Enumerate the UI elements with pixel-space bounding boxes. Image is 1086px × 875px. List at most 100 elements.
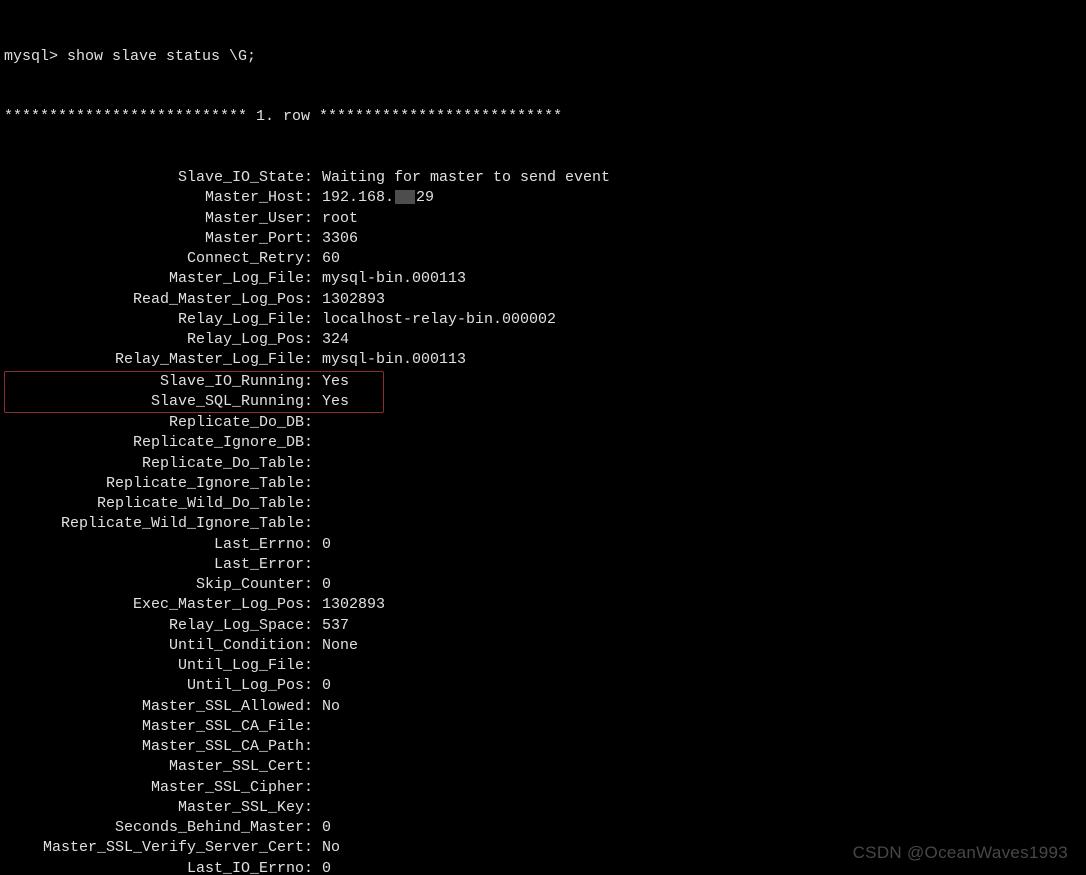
status-row: Replicate_Wild_Ignore_Table:	[4, 514, 1082, 534]
status-key: Exec_Master_Log_Pos	[4, 595, 304, 615]
separator: :	[304, 535, 322, 555]
status-row: Master_SSL_Cert:	[4, 757, 1082, 777]
separator: :	[304, 595, 322, 615]
status-value: 1302893	[322, 290, 385, 310]
status-row: Replicate_Ignore_Table:	[4, 474, 1082, 494]
status-row: Relay_Log_Space: 537	[4, 616, 1082, 636]
status-key: Read_Master_Log_Pos	[4, 290, 304, 310]
separator: :	[304, 350, 322, 370]
status-key: Connect_Retry	[4, 249, 304, 269]
status-value: Yes	[322, 372, 349, 392]
status-value: 537	[322, 616, 349, 636]
status-rows: Slave_IO_State: Waiting for master to se…	[4, 168, 1082, 875]
status-key: Replicate_Ignore_DB	[4, 433, 304, 453]
status-value: 0	[322, 575, 331, 595]
status-key: Last_IO_Errno	[4, 859, 304, 875]
status-row: Master_SSL_Cipher:	[4, 778, 1082, 798]
separator: :	[304, 494, 322, 514]
status-key: Master_Host	[4, 188, 304, 208]
separator: :	[304, 676, 322, 696]
status-value: mysql-bin.000113	[322, 350, 466, 370]
separator: :	[304, 555, 322, 575]
status-row: Replicate_Do_DB:	[4, 413, 1082, 433]
status-value: root	[322, 209, 358, 229]
separator: :	[304, 269, 322, 289]
status-value: 1302893	[322, 595, 385, 615]
separator: :	[304, 737, 322, 757]
separator: :	[304, 616, 322, 636]
status-key: Master_SSL_CA_File	[4, 717, 304, 737]
status-value: localhost-relay-bin.000002	[322, 310, 556, 330]
status-key: Master_SSL_Key	[4, 798, 304, 818]
status-row: Slave_SQL_Running: Yes	[5, 392, 383, 412]
status-row: Replicate_Wild_Do_Table:	[4, 494, 1082, 514]
separator: :	[304, 636, 322, 656]
status-row: Relay_Log_File: localhost-relay-bin.0000…	[4, 310, 1082, 330]
separator: :	[304, 798, 322, 818]
separator: :	[304, 474, 322, 494]
separator: :	[304, 372, 322, 392]
status-key: Slave_IO_State	[4, 168, 304, 188]
status-row: Last_Error:	[4, 555, 1082, 575]
status-row: Until_Condition: None	[4, 636, 1082, 656]
status-key: Skip_Counter	[4, 575, 304, 595]
status-row: Master_SSL_CA_File:	[4, 717, 1082, 737]
status-key: Master_SSL_Allowed	[4, 697, 304, 717]
separator: :	[304, 392, 322, 412]
status-value: Yes	[322, 392, 349, 412]
status-key: Slave_SQL_Running	[5, 392, 304, 412]
separator: :	[304, 168, 322, 188]
status-key: Master_Port	[4, 229, 304, 249]
separator: :	[304, 757, 322, 777]
status-key: Relay_Log_Space	[4, 616, 304, 636]
status-value: No	[322, 838, 340, 858]
separator: :	[304, 188, 322, 208]
terminal-output: mysql> show slave status \G; ***********…	[0, 0, 1086, 875]
status-key: Until_Condition	[4, 636, 304, 656]
status-row: Master_SSL_Key:	[4, 798, 1082, 818]
status-key: Master_SSL_Cipher	[4, 778, 304, 798]
separator: :	[304, 454, 322, 474]
status-key: Until_Log_Pos	[4, 676, 304, 696]
status-key: Slave_IO_Running	[5, 372, 304, 392]
status-value: 3306	[322, 229, 358, 249]
separator: :	[304, 717, 322, 737]
separator: :	[304, 514, 322, 534]
prompt-line: mysql> show slave status \G;	[4, 47, 1082, 67]
separator: :	[304, 290, 322, 310]
separator: :	[304, 433, 322, 453]
separator: :	[304, 818, 322, 838]
separator: :	[304, 209, 322, 229]
status-row: Slave_IO_Running: Yes	[5, 372, 383, 392]
separator: :	[304, 838, 322, 858]
separator: :	[304, 330, 322, 350]
status-value: None	[322, 636, 358, 656]
status-value: 0	[322, 535, 331, 555]
status-key: Replicate_Do_DB	[4, 413, 304, 433]
status-row: Relay_Log_Pos: 324	[4, 330, 1082, 350]
separator: :	[304, 859, 322, 875]
status-key: Seconds_Behind_Master	[4, 818, 304, 838]
status-value: 0	[322, 818, 331, 838]
status-key: Replicate_Ignore_Table	[4, 474, 304, 494]
status-value: mysql-bin.000113	[322, 269, 466, 289]
status-key: Relay_Master_Log_File	[4, 350, 304, 370]
status-value: 0	[322, 676, 331, 696]
status-key: Relay_Log_File	[4, 310, 304, 330]
separator: :	[304, 656, 322, 676]
status-row: Read_Master_Log_Pos: 1302893	[4, 290, 1082, 310]
status-key: Master_SSL_Verify_Server_Cert	[4, 838, 304, 858]
status-row: Master_Log_File: mysql-bin.000113	[4, 269, 1082, 289]
status-key: Replicate_Do_Table	[4, 454, 304, 474]
separator: :	[304, 310, 322, 330]
highlight-box: Slave_IO_Running: YesSlave_SQL_Running: …	[4, 371, 384, 414]
row-header: *************************** 1. row *****…	[4, 107, 1082, 127]
status-row: Relay_Master_Log_File: mysql-bin.000113	[4, 350, 1082, 370]
status-row: Until_Log_Pos: 0	[4, 676, 1082, 696]
status-value: 60	[322, 249, 340, 269]
status-row: Master_SSL_CA_Path:	[4, 737, 1082, 757]
status-key: Master_User	[4, 209, 304, 229]
redacted-block	[395, 190, 415, 204]
status-value: 324	[322, 330, 349, 350]
status-key: Master_SSL_CA_Path	[4, 737, 304, 757]
